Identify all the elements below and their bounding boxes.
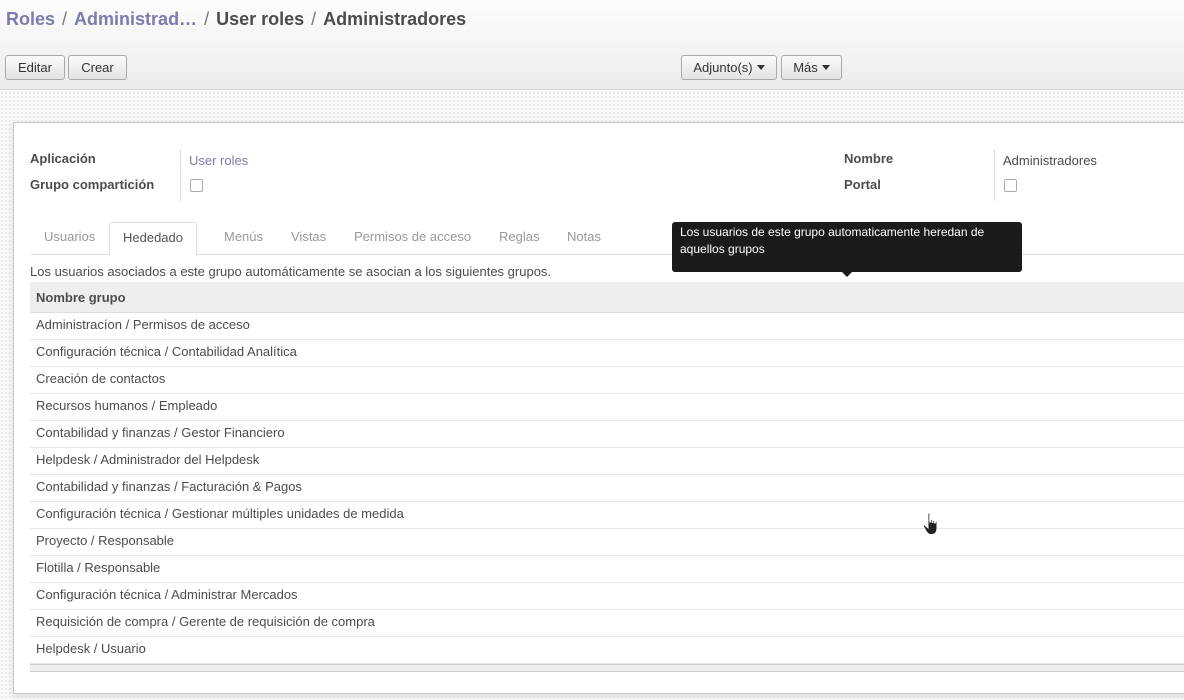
tab-menus[interactable]: Menús xyxy=(211,222,276,255)
breadcrumb-separator: / xyxy=(311,9,317,29)
attachments-dropdown-button[interactable]: Adjunto(s) xyxy=(681,55,777,80)
caret-down-icon xyxy=(821,65,830,70)
create-button[interactable]: Crear xyxy=(68,55,127,80)
tab-permisos-de-acceso[interactable]: Permisos de acceso xyxy=(341,222,484,255)
tab-notas[interactable]: Notas xyxy=(554,222,614,255)
tooltip-arrow xyxy=(842,272,852,277)
tooltip-text: Los usuarios de este grupo automaticamen… xyxy=(680,225,985,256)
share-group-label: Grupo compartición xyxy=(30,177,155,192)
more-label: Más xyxy=(793,60,818,75)
tab-vistas[interactable]: Vistas xyxy=(278,222,339,255)
control-panel: Roles / Administrad… / User roles / Administra… xyxy=(0,0,1184,90)
caret-down-icon xyxy=(756,65,765,70)
column-header-group-name[interactable]: Nombre grupo xyxy=(30,282,1184,313)
hand-pointer-icon xyxy=(922,512,938,535)
application-value-link[interactable]: User roles xyxy=(189,153,248,168)
table-row[interactable]: Recursos humanos / Empleado xyxy=(30,394,1184,421)
attachments-label: Adjunto(s) xyxy=(693,60,753,75)
table-row[interactable]: Configuración técnica / Contabilidad Ana… xyxy=(30,340,1184,367)
table-row[interactable]: Administracíon / Permisos de acceso xyxy=(30,313,1184,340)
breadcrumb-item-roles[interactable]: Roles xyxy=(6,9,55,29)
name-value: Administradores xyxy=(1003,153,1097,168)
table-row[interactable]: Configuración técnica / Gestionar múltip… xyxy=(30,502,1184,529)
table-row[interactable]: Helpdesk / Usuario xyxy=(30,637,1184,664)
share-group-checkbox[interactable] xyxy=(190,179,203,192)
tab-hededado[interactable]: Hededado xyxy=(109,222,197,256)
table-row[interactable]: Contabilidad y finanzas / Facturación & … xyxy=(30,475,1184,502)
table-row[interactable]: Requisición de compra / Gerente de requi… xyxy=(30,610,1184,637)
table-footer xyxy=(30,664,1184,672)
table-row[interactable]: Helpdesk / Administrador del Helpdesk xyxy=(30,448,1184,475)
table-body: Administracíon / Permisos de acceso Confi… xyxy=(30,313,1184,664)
table-row[interactable]: Contabilidad y finanzas / Gestor Financi… xyxy=(30,421,1184,448)
form-sheet: Aplicación Grupo compartición User roles… xyxy=(13,122,1184,694)
table-row[interactable]: Flotilla / Responsable xyxy=(30,556,1184,583)
tooltip: Los usuarios de este grupo automaticamen… xyxy=(672,222,1022,277)
tab-reglas[interactable]: Reglas xyxy=(486,222,552,255)
name-label: Nombre xyxy=(844,151,894,166)
field-divider xyxy=(180,149,181,201)
table-row[interactable]: Proyecto / Responsable xyxy=(30,529,1184,556)
portal-label: Portal xyxy=(844,177,881,192)
breadcrumb-item-current: Administradores xyxy=(323,9,467,29)
field-divider xyxy=(994,149,995,201)
inherited-help-text: Los usuarios asociados a este grupo auto… xyxy=(30,264,552,279)
tab-usuarios[interactable]: Usuarios xyxy=(31,222,108,255)
edit-button[interactable]: Editar xyxy=(5,55,65,80)
breadcrumb-item-user-roles: User roles xyxy=(216,9,305,29)
application-label: Aplicación xyxy=(30,151,96,166)
inherited-groups-table: Nombre grupo Administracíon / Permisos d… xyxy=(30,282,1184,672)
portal-checkbox[interactable] xyxy=(1004,179,1017,192)
table-row[interactable]: Configuración técnica / Administrar Merc… xyxy=(30,583,1184,610)
breadcrumb-item-administradores-parent[interactable]: Administrad… xyxy=(74,9,197,29)
breadcrumb-separator: / xyxy=(204,9,210,29)
breadcrumb: Roles / Administrad… / User roles / Administra… xyxy=(6,9,466,30)
more-dropdown-button[interactable]: Más xyxy=(781,55,842,80)
breadcrumb-separator: / xyxy=(62,9,68,29)
table-row[interactable]: Creación de contactos xyxy=(30,367,1184,394)
